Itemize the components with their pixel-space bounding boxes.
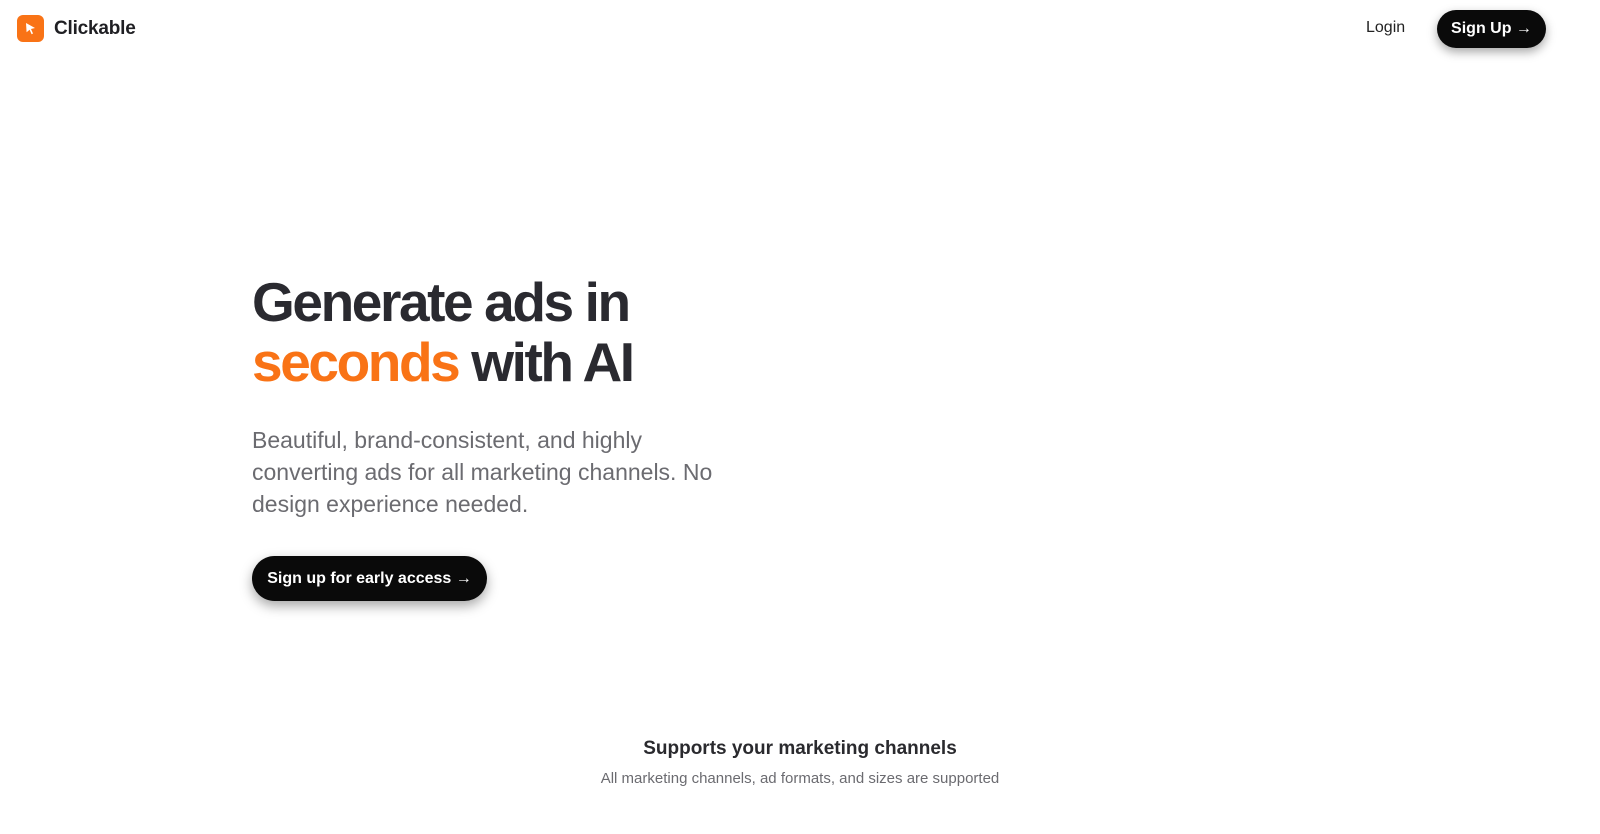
login-link[interactable]: Login — [1366, 19, 1405, 37]
headline-accent-word: seconds — [252, 331, 461, 393]
brand-logo-link[interactable]: Clickable — [17, 15, 136, 42]
channels-subtitle: All marketing channels, ad formats, and … — [600, 770, 1000, 787]
channels-title: Supports your marketing channels — [643, 738, 957, 759]
top-nav: Clickable Login Sign Up → — [0, 0, 1600, 58]
headline-line-1: Generate ads in — [252, 271, 631, 333]
hero-section: Generate ads in seconds with AI Beautifu… — [252, 272, 772, 520]
early-access-signup-button[interactable]: Sign up for early access → — [252, 556, 487, 601]
channels-section: Supports your marketing channels All mar… — [0, 738, 1600, 787]
brand-name: Clickable — [54, 17, 136, 39]
headline-line-2-rest: with AI — [471, 331, 635, 393]
hero-subheading: Beautiful, brand-consistent, and highly … — [252, 427, 713, 517]
sign-up-button[interactable]: Sign Up → — [1437, 10, 1546, 48]
hero-headline: Generate ads in seconds with AI — [252, 272, 772, 392]
cursor-click-icon — [17, 15, 44, 42]
